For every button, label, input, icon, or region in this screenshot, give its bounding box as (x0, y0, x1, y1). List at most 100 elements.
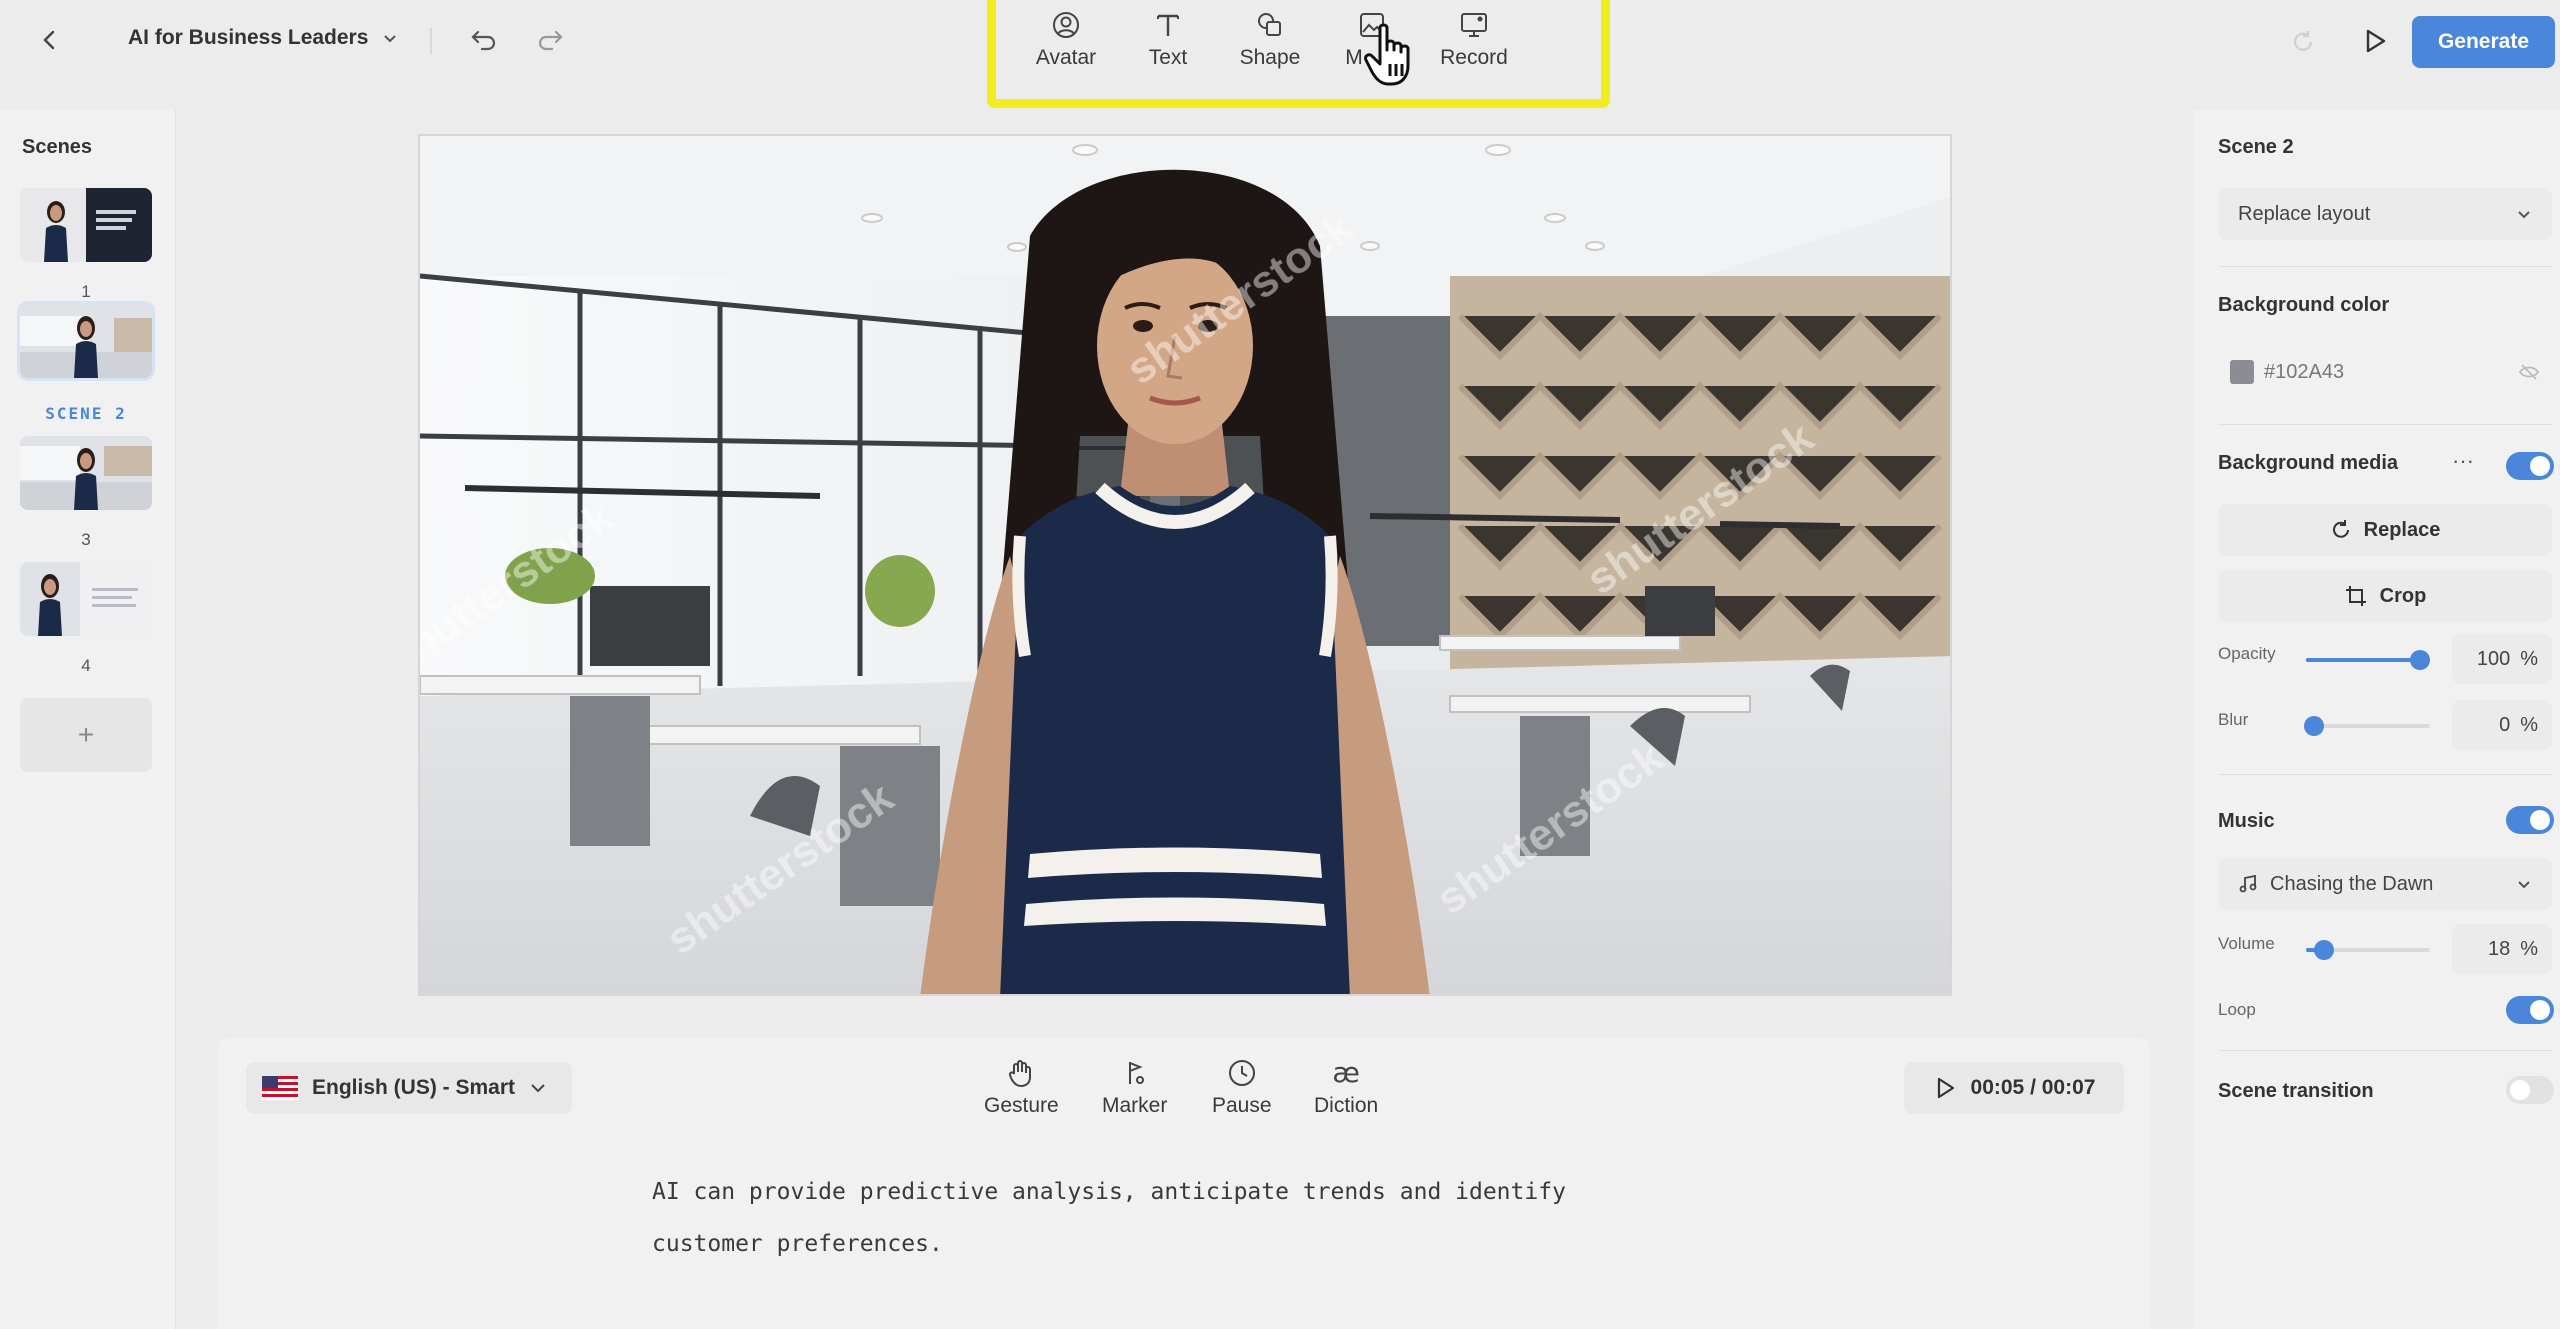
scenes-panel: Scenes 1 SCENE 2 3 4 + (0, 110, 176, 1329)
toolbar-text-label: Text (1148, 46, 1188, 69)
toolbar-record-button[interactable]: Record (1424, 10, 1524, 80)
volume-slider-knob[interactable] (2314, 940, 2334, 960)
project-title-dropdown[interactable]: AI for Business Leaders (128, 26, 398, 50)
music-heading: Music (2218, 810, 2275, 832)
voice-language-select[interactable]: English (US) - Smart (246, 1062, 572, 1114)
volume-value: 18 (2487, 937, 2511, 960)
replace-layout-select[interactable]: Replace layout (2218, 188, 2552, 240)
background-color-value: #102A43 (2264, 360, 2345, 383)
refresh-icon (2293, 31, 2313, 51)
gesture-icon (1009, 1060, 1032, 1088)
undo-button[interactable] (466, 22, 502, 58)
crop-icon (2345, 586, 2366, 606)
avatar-icon (1053, 12, 1079, 38)
playback-time: 00:05 / 00:07 (1970, 1076, 2096, 1099)
pause-label: Pause (1212, 1094, 1272, 1117)
back-button[interactable] (30, 20, 70, 60)
scene-thumbnail-1[interactable] (20, 188, 152, 262)
pause-button[interactable]: Pause (1212, 1058, 1272, 1118)
play-icon (2366, 29, 2386, 53)
add-scene-button[interactable]: + (20, 698, 152, 772)
toggle-knob (2510, 1080, 2530, 1100)
blur-value: 0 (2499, 713, 2511, 736)
crop-button[interactable]: Crop (2218, 570, 2552, 622)
divider (2218, 774, 2552, 775)
opacity-label: Opacity (2218, 644, 2276, 663)
undo-icon (471, 30, 496, 51)
opacity-slider-fill (2306, 658, 2418, 662)
chevron-down-icon (384, 35, 397, 43)
chevron-down-icon (2518, 211, 2530, 219)
hand-cursor-icon (1364, 23, 1410, 86)
scene-number-4: 4 (81, 656, 91, 675)
scene-label-2: SCENE 2 (45, 404, 127, 423)
blur-slider-knob[interactable] (2304, 716, 2324, 736)
toolbar-shape-button[interactable]: Shape (1220, 10, 1320, 80)
toggle-knob (2530, 810, 2550, 830)
replace-label: Replace (2363, 518, 2441, 541)
loop-label: Loop (2218, 1000, 2256, 1019)
diction-label: Diction (1314, 1094, 1379, 1117)
scene-3-preview (20, 436, 152, 510)
scene-canvas[interactable]: shutterstock shutterstock shutterstock s… (418, 134, 1952, 996)
background-media-toggle[interactable] (2506, 452, 2554, 480)
toggle-knob (2530, 456, 2550, 476)
background-media-heading: Background media (2218, 452, 2399, 474)
color-swatch (2230, 360, 2254, 384)
gesture-button[interactable]: Gesture (984, 1058, 1059, 1118)
toolbar-avatar-button[interactable]: Avatar (1016, 10, 1116, 80)
toolbar-shape-label: Shape (1239, 46, 1301, 69)
scene-thumbnail-3[interactable] (20, 436, 152, 510)
loop-toggle[interactable] (2506, 996, 2554, 1024)
toolbar-text-button[interactable]: Text (1118, 10, 1218, 80)
insert-toolbar: Avatar Text Shape M Record (987, 0, 1610, 108)
background-color-heading: Background color (2218, 294, 2390, 316)
scene-1-preview (20, 188, 152, 262)
chevron-down-icon (2518, 881, 2530, 889)
script-line-1: AI can provide predictive analysis, anti… (652, 1179, 1566, 1205)
opacity-slider-knob[interactable] (2410, 650, 2430, 670)
diction-icon: æ (1332, 1056, 1360, 1089)
eye-off-icon (2518, 364, 2540, 380)
toggle-knob (2530, 1000, 2550, 1020)
refresh-button[interactable] (2285, 24, 2321, 60)
scenes-title: Scenes (22, 136, 93, 158)
project-title: AI for Business Leaders (128, 26, 369, 49)
preview-time-control[interactable]: 00:05 / 00:07 (1904, 1062, 2124, 1114)
editor-app: AI for Business Leaders Avatar Text Shap… (0, 0, 2560, 1329)
properties-panel: Scene 2 Replace layout Background color … (2194, 110, 2560, 1329)
redo-button[interactable] (532, 22, 568, 58)
marker-label: Marker (1102, 1094, 1168, 1117)
script-panel: English (US) - Smart Gesture Marker Paus… (218, 1038, 2150, 1329)
music-track-label: Chasing the Dawn (2270, 872, 2434, 895)
blur-input[interactable]: 0 % (2452, 700, 2552, 750)
diction-button[interactable]: æ Diction (1314, 1058, 1378, 1118)
music-track-select[interactable]: Chasing the Dawn (2218, 858, 2552, 910)
divider (2218, 266, 2552, 267)
generate-button[interactable]: Generate (2412, 16, 2555, 68)
voice-language-label: English (US) - Smart (312, 1076, 516, 1099)
text-icon (1157, 14, 1179, 36)
music-toggle[interactable] (2506, 806, 2554, 834)
volume-input[interactable]: 18 % (2452, 924, 2552, 974)
divider (2218, 1050, 2552, 1051)
scene-thumbnail-4[interactable] (20, 562, 152, 636)
scene-thumbnail-2[interactable] (17, 301, 155, 381)
opacity-value: 100 (2476, 647, 2511, 670)
marker-button[interactable]: Marker (1102, 1058, 1167, 1118)
background-media-more-button[interactable]: ··· (2452, 448, 2474, 474)
opacity-slider[interactable] (2306, 650, 2430, 670)
blur-slider[interactable] (2304, 716, 2430, 736)
scene-transition-toggle[interactable] (2506, 1076, 2554, 1104)
volume-slider[interactable] (2306, 940, 2430, 960)
script-text-area[interactable]: AI can provide predictive analysis, anti… (652, 1166, 1852, 1270)
replace-media-button[interactable]: Replace (2218, 504, 2552, 556)
preview-play-button[interactable] (2350, 16, 2400, 66)
play-icon (1937, 1077, 1954, 1099)
chevron-down-icon (531, 1084, 545, 1093)
top-bar: AI for Business Leaders Avatar Text Shap… (0, 0, 2560, 108)
chevron-left-icon (43, 30, 55, 50)
opacity-input[interactable]: 100 % (2452, 634, 2552, 684)
pause-clock-icon (1228, 1060, 1255, 1086)
background-color-field[interactable]: #102A43 (2218, 346, 2552, 398)
